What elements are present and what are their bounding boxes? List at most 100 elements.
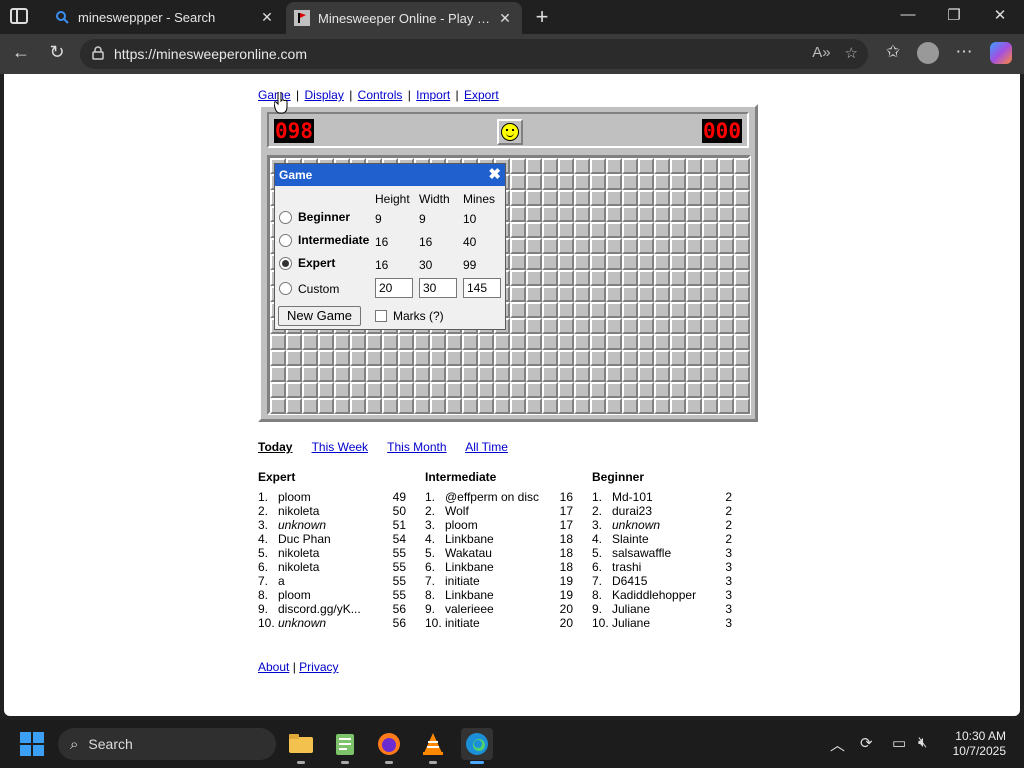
mine-cell[interactable] bbox=[542, 254, 558, 270]
mine-cell[interactable] bbox=[670, 302, 686, 318]
mine-cell[interactable] bbox=[734, 334, 750, 350]
custom-radio[interactable] bbox=[279, 282, 292, 295]
mine-cell[interactable] bbox=[366, 366, 382, 382]
mine-cell[interactable] bbox=[718, 366, 734, 382]
mine-cell[interactable] bbox=[590, 158, 606, 174]
difficulty-intermediate[interactable]: Intermediate 16 16 40 bbox=[279, 231, 501, 251]
mine-cell[interactable] bbox=[702, 366, 718, 382]
mine-cell[interactable] bbox=[734, 286, 750, 302]
mine-cell[interactable] bbox=[718, 174, 734, 190]
mine-cell[interactable] bbox=[302, 366, 318, 382]
mine-cell[interactable] bbox=[686, 398, 702, 414]
profile-avatar[interactable] bbox=[917, 42, 939, 64]
mine-cell[interactable] bbox=[686, 238, 702, 254]
mine-cell[interactable] bbox=[654, 350, 670, 366]
mine-cell[interactable] bbox=[654, 270, 670, 286]
volume-muted-icon[interactable]: 🔇︎ bbox=[918, 734, 927, 751]
mine-cell[interactable] bbox=[734, 382, 750, 398]
show-hidden-icons-icon[interactable]: ︿ bbox=[830, 734, 845, 755]
favorites-icon[interactable]: ✩ bbox=[880, 42, 906, 62]
mine-cell[interactable] bbox=[718, 286, 734, 302]
mine-cell[interactable] bbox=[622, 366, 638, 382]
mine-cell[interactable] bbox=[526, 222, 542, 238]
mine-cell[interactable] bbox=[398, 366, 414, 382]
mine-cell[interactable] bbox=[510, 398, 526, 414]
mine-cell[interactable] bbox=[542, 382, 558, 398]
mine-cell[interactable] bbox=[670, 222, 686, 238]
mine-cell[interactable] bbox=[654, 318, 670, 334]
mine-cell[interactable] bbox=[718, 206, 734, 222]
mine-cell[interactable] bbox=[734, 366, 750, 382]
mine-cell[interactable] bbox=[638, 158, 654, 174]
custom-mines-input[interactable]: 145 bbox=[463, 278, 501, 298]
mine-cell[interactable] bbox=[270, 382, 286, 398]
mine-cell[interactable] bbox=[638, 238, 654, 254]
mine-cell[interactable] bbox=[718, 190, 734, 206]
mine-cell[interactable] bbox=[686, 350, 702, 366]
mine-cell[interactable] bbox=[734, 238, 750, 254]
mine-cell[interactable] bbox=[574, 190, 590, 206]
mine-cell[interactable] bbox=[430, 382, 446, 398]
mine-cell[interactable] bbox=[446, 350, 462, 366]
mine-cell[interactable] bbox=[638, 206, 654, 222]
refresh-icon[interactable]: ↻ bbox=[44, 42, 70, 63]
mine-cell[interactable] bbox=[638, 318, 654, 334]
mine-cell[interactable] bbox=[734, 302, 750, 318]
mine-cell[interactable] bbox=[558, 254, 574, 270]
mine-cell[interactable] bbox=[526, 158, 542, 174]
mine-cell[interactable] bbox=[702, 334, 718, 350]
mine-cell[interactable] bbox=[702, 398, 718, 414]
mine-cell[interactable] bbox=[622, 302, 638, 318]
mine-cell[interactable] bbox=[718, 334, 734, 350]
firefox-icon[interactable] bbox=[373, 728, 405, 764]
mine-cell[interactable] bbox=[670, 158, 686, 174]
mine-cell[interactable] bbox=[526, 334, 542, 350]
mine-cell[interactable] bbox=[654, 174, 670, 190]
mine-cell[interactable] bbox=[286, 382, 302, 398]
file-explorer-icon[interactable] bbox=[285, 728, 317, 764]
mine-cell[interactable] bbox=[686, 174, 702, 190]
back-icon[interactable]: ← bbox=[8, 42, 34, 63]
mine-cell[interactable] bbox=[334, 366, 350, 382]
mine-cell[interactable] bbox=[606, 286, 622, 302]
mine-cell[interactable] bbox=[734, 350, 750, 366]
windows-start-icon[interactable] bbox=[20, 732, 44, 756]
mine-cell[interactable] bbox=[558, 382, 574, 398]
mine-cell[interactable] bbox=[574, 350, 590, 366]
mine-cell[interactable] bbox=[270, 398, 286, 414]
mine-cell[interactable] bbox=[718, 302, 734, 318]
mine-cell[interactable] bbox=[670, 190, 686, 206]
mine-cell[interactable] bbox=[478, 398, 494, 414]
mine-cell[interactable] bbox=[510, 318, 526, 334]
mine-cell[interactable] bbox=[382, 366, 398, 382]
mine-cell[interactable] bbox=[510, 174, 526, 190]
mine-cell[interactable] bbox=[558, 270, 574, 286]
mine-cell[interactable] bbox=[686, 382, 702, 398]
mine-cell[interactable] bbox=[590, 366, 606, 382]
tab-search[interactable]: minesweppper - Search ✕ bbox=[44, 0, 284, 34]
difficulty-expert[interactable]: Expert 16 30 99 bbox=[279, 254, 501, 274]
mine-cell[interactable] bbox=[414, 350, 430, 366]
mine-cell[interactable] bbox=[574, 254, 590, 270]
mine-cell[interactable] bbox=[302, 382, 318, 398]
mine-cell[interactable] bbox=[718, 350, 734, 366]
mine-cell[interactable] bbox=[638, 366, 654, 382]
mine-cell[interactable] bbox=[590, 270, 606, 286]
mine-cell[interactable] bbox=[590, 206, 606, 222]
mine-cell[interactable] bbox=[670, 318, 686, 334]
mine-cell[interactable] bbox=[430, 366, 446, 382]
mine-cell[interactable] bbox=[638, 286, 654, 302]
close-tab-icon[interactable]: ✕ bbox=[256, 9, 278, 26]
mine-cell[interactable] bbox=[638, 350, 654, 366]
mine-cell[interactable] bbox=[606, 254, 622, 270]
mine-cell[interactable] bbox=[318, 398, 334, 414]
minimize-icon[interactable]: — bbox=[888, 6, 928, 23]
mine-cell[interactable] bbox=[574, 174, 590, 190]
mine-cell[interactable] bbox=[686, 302, 702, 318]
mine-cell[interactable] bbox=[478, 382, 494, 398]
mine-cell[interactable] bbox=[510, 238, 526, 254]
mine-cell[interactable] bbox=[542, 302, 558, 318]
mine-cell[interactable] bbox=[366, 350, 382, 366]
mine-cell[interactable] bbox=[734, 398, 750, 414]
mine-cell[interactable] bbox=[270, 334, 286, 350]
